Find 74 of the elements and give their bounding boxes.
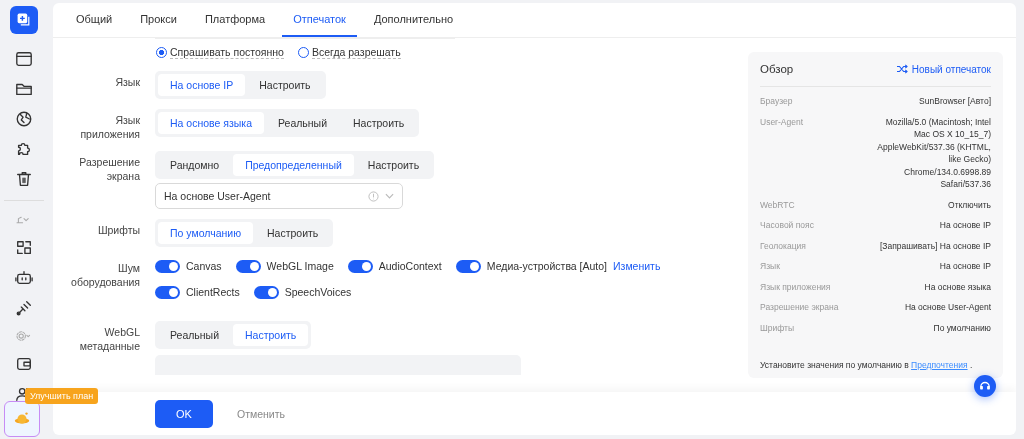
overview-value: На основе IP: [939, 260, 991, 273]
select-field[interactable]: На основе User-Agent: [155, 183, 403, 209]
toggle-switch[interactable]: [155, 259, 180, 273]
tab[interactable]: Прокси: [129, 3, 188, 37]
tab[interactable]: Общий: [65, 3, 124, 37]
upgrade-tooltip: Улучшить план: [25, 388, 99, 404]
toggle-label: SpeechVoices: [284, 286, 352, 298]
overview-label: WebRTC: [760, 198, 795, 211]
segment-option[interactable]: Настроить: [247, 74, 323, 96]
change-link[interactable]: Изменить: [613, 260, 661, 272]
overview-value: [Запрашивать] На основе IP: [879, 239, 991, 252]
tab[interactable]: Платформа: [193, 3, 277, 37]
toggle-switch[interactable]: [347, 259, 373, 273]
toggle-switch[interactable]: [455, 259, 481, 273]
cancel-button[interactable]: Отменить: [231, 406, 291, 421]
overview-label: Браузер: [760, 95, 793, 108]
tab[interactable]: Дополнительно: [362, 3, 465, 37]
puzzle-icon[interactable]: [15, 140, 33, 158]
segment-option[interactable]: Настроить: [341, 112, 417, 134]
trash-icon[interactable]: [15, 170, 33, 188]
toggle-label: ClientRects: [186, 286, 240, 298]
overview-value: Mozilla/5.0 (Macintosh; Intel Mac OS X 10_15_7) AppleWebKit/537.36 (KHTML, like Gecko) Chrome/134.0.6998.89 Safari/537.36: [876, 115, 991, 191]
app-logo[interactable]: [10, 6, 38, 34]
overview-value: На основе IP: [939, 219, 991, 232]
shuffle-icon: [895, 64, 908, 74]
segment-option[interactable]: Реальный: [158, 324, 232, 346]
segment-option[interactable]: На основе IP: [158, 74, 246, 96]
radio-icon[interactable]: [156, 46, 167, 58]
toggle-label: Canvas: [186, 260, 222, 272]
headset-icon: [978, 379, 992, 393]
overview-label: Язык приложения: [760, 280, 831, 293]
overview-value: По умолчанию: [933, 321, 991, 334]
toggle-label: AudioContext: [378, 260, 442, 272]
defaults-note: Установите значения по умолчанию в Предпочтения .: [760, 359, 974, 372]
chevron-down-icon: [385, 193, 394, 199]
overview-value: Отключить: [948, 198, 991, 211]
segment-option[interactable]: Предопределенный: [233, 154, 354, 176]
info-icon: [368, 190, 379, 202]
segment-option[interactable]: Настроить: [255, 222, 331, 244]
overview-label: Шрифты: [760, 321, 795, 334]
field-label: Язык приложения: [79, 113, 140, 141]
overview-value: SunBrowser [Авто]: [919, 95, 991, 108]
field-label: Шрифты: [96, 223, 140, 238]
overview-label: Часовой пояс: [760, 219, 814, 232]
field-label: Разрешение экрана: [78, 155, 140, 184]
wallet-icon[interactable]: [15, 355, 33, 373]
toggle-switch[interactable]: [155, 285, 180, 299]
segment-option[interactable]: Рандомно: [158, 154, 232, 176]
segment-option[interactable]: На основе языка: [158, 112, 264, 134]
globe-icon[interactable]: [15, 110, 33, 128]
overview-label: Язык: [760, 260, 780, 273]
segment-option[interactable]: Реальный: [266, 112, 340, 134]
toggle-switch[interactable]: [253, 285, 279, 299]
ok-button[interactable]: OK: [155, 399, 213, 428]
field-label: WebGL метаданные: [78, 325, 140, 354]
overview-label: User-Agent: [760, 115, 803, 129]
field-label: Шум оборудования: [70, 261, 140, 290]
toggle-label: WebGL Image: [266, 260, 334, 272]
devices-icon[interactable]: [15, 239, 33, 257]
overview-label: Геолокация: [760, 239, 806, 252]
support-button[interactable]: [974, 375, 996, 397]
browser-icon[interactable]: [15, 50, 33, 68]
toggle-switch[interactable]: [235, 259, 261, 273]
toggle-label: Медиа-устройства [Auto]: [486, 260, 608, 272]
overview-title: Обзор: [760, 63, 794, 75]
field-label: Язык: [114, 75, 140, 90]
segment-option[interactable]: Настроить: [233, 324, 309, 346]
overview-value: На основе языка: [924, 280, 991, 293]
overview-value: На основе User-Agent: [904, 301, 991, 314]
segment-option[interactable]: По умолчанию: [158, 222, 253, 244]
segment-option[interactable]: Настроить: [355, 154, 432, 176]
overview-label: Разрешение экрана: [760, 301, 839, 314]
robot-icon[interactable]: [15, 269, 33, 287]
new-fingerprint-button[interactable]: Новый отпечаток: [895, 63, 991, 75]
